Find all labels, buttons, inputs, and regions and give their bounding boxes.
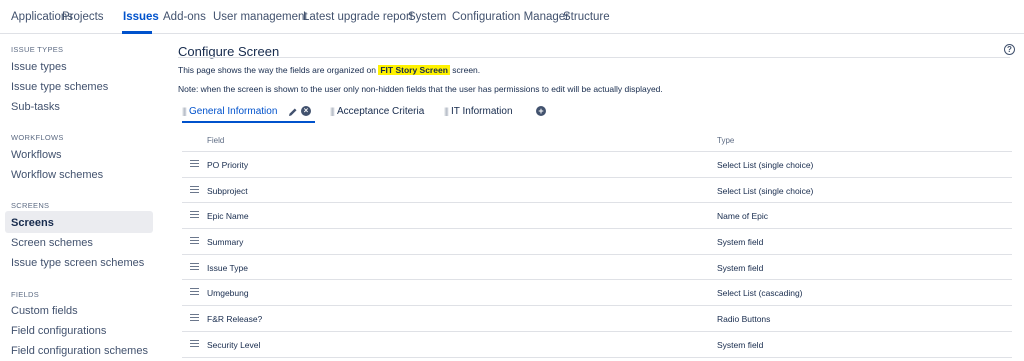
table-row[interactable]: Subproject Select List (single choice) bbox=[182, 178, 1012, 204]
tab-it-information[interactable]: ||| IT Information bbox=[444, 106, 513, 117]
close-icon[interactable]: × bbox=[301, 106, 311, 116]
tab-general-information-label: General Information bbox=[189, 106, 278, 117]
sidebar-heading-fields: FIELDS bbox=[11, 290, 40, 299]
main-content: Configure Screen ? This page shows the w… bbox=[160, 34, 1024, 361]
sidebar-item-field-configurations[interactable]: Field configurations bbox=[11, 325, 106, 337]
sidebar-item-screens[interactable]: Screens bbox=[11, 217, 54, 229]
sidebar-item-workflow-schemes[interactable]: Workflow schemes bbox=[11, 169, 103, 181]
field-name: F&R Release? bbox=[207, 314, 263, 325]
field-name: Subproject bbox=[207, 185, 248, 196]
sidebar-item-custom-fields[interactable]: Custom fields bbox=[11, 305, 78, 317]
table-header: Field Type bbox=[182, 130, 1012, 152]
sidebar-item-sub-tasks[interactable]: Sub-tasks bbox=[11, 101, 60, 113]
drag-handle-icon[interactable] bbox=[190, 339, 199, 347]
field-name: PO Priority bbox=[207, 160, 249, 170]
field-name: Issue Type bbox=[207, 262, 248, 273]
tab-it-information-label: IT Information bbox=[451, 106, 513, 117]
tab-configuration-manager[interactable]: Configuration Manager bbox=[452, 11, 569, 23]
sidebar-item-workflows[interactable]: Workflows bbox=[11, 149, 62, 161]
tab-acceptance-criteria-label: Acceptance Criteria bbox=[337, 106, 425, 117]
sidebar-heading-workflows: WORKFLOWS bbox=[11, 133, 64, 142]
drag-handle-icon[interactable] bbox=[190, 237, 199, 245]
screen-tabs: ||| General Information × ||| Acceptance C… bbox=[182, 104, 1012, 124]
column-header-field: Field bbox=[207, 136, 225, 145]
table-row[interactable]: Epic Name Name of Epic bbox=[182, 203, 1012, 230]
table-row[interactable]: F&R Release? Radio Buttons bbox=[182, 306, 1012, 332]
sidebar-item-field-configuration-schemes[interactable]: Field configuration schemes bbox=[11, 345, 148, 357]
field-type: Select List (single choice) bbox=[717, 185, 814, 196]
table-row[interactable]: Umgebung Select List (cascading) bbox=[182, 280, 1012, 307]
title-divider bbox=[178, 57, 1010, 58]
drag-handle-icon[interactable] bbox=[190, 160, 199, 167]
sidebar-heading-screens: SCREENS bbox=[11, 201, 50, 210]
sidebar-item-issue-types[interactable]: Issue types bbox=[11, 61, 67, 73]
drag-handle-icon[interactable] bbox=[190, 314, 199, 322]
pencil-icon[interactable] bbox=[288, 107, 298, 117]
field-type: Select List (single choice) bbox=[717, 160, 814, 170]
field-name: Epic Name bbox=[207, 211, 249, 222]
column-header-type: Type bbox=[717, 136, 735, 145]
tab-projects[interactable]: Projects bbox=[62, 11, 104, 23]
sidebar-heading-issue-types: ISSUE TYPES bbox=[11, 45, 64, 54]
screen-name-highlight: FIT Story Screen bbox=[378, 65, 450, 75]
tab-add-ons[interactable]: Add-ons bbox=[163, 11, 206, 23]
field-type: System field bbox=[717, 339, 764, 350]
add-tab-icon[interactable]: + bbox=[536, 106, 546, 116]
tab-acceptance-criteria[interactable]: ||| Acceptance Criteria bbox=[330, 106, 424, 117]
table-row[interactable]: Issue Type System field bbox=[182, 255, 1012, 281]
table-row[interactable]: Security Level System field bbox=[182, 332, 1012, 358]
drag-handle-icon[interactable] bbox=[190, 262, 199, 270]
tab-drag-grip-icon[interactable]: ||| bbox=[182, 106, 187, 116]
tab-general-information[interactable]: ||| General Information bbox=[182, 106, 277, 117]
drag-handle-icon[interactable] bbox=[190, 211, 199, 219]
field-type: System field bbox=[717, 262, 764, 273]
field-name: Summary bbox=[207, 237, 244, 248]
tab-structure[interactable]: Structure bbox=[563, 11, 610, 23]
field-type: Select List (cascading) bbox=[717, 288, 803, 299]
field-name: Umgebung bbox=[207, 288, 249, 299]
active-screen-tab-indicator bbox=[182, 121, 315, 123]
admin-sidebar: ISSUE TYPES Issue types Issue type schem… bbox=[0, 34, 160, 361]
field-type: System field bbox=[717, 237, 764, 248]
table-row[interactable]: Summary System field bbox=[182, 229, 1012, 255]
tab-system[interactable]: System bbox=[408, 11, 446, 23]
drag-handle-icon[interactable] bbox=[190, 185, 199, 193]
sidebar-item-screen-schemes[interactable]: Screen schemes bbox=[11, 237, 93, 249]
field-type: Name of Epic bbox=[717, 211, 769, 222]
sidebar-item-issue-type-screen-schemes[interactable]: Issue type screen schemes bbox=[11, 257, 144, 269]
admin-top-nav: Applications Projects Issues Add-ons Use… bbox=[0, 0, 1024, 34]
drag-handle-icon[interactable] bbox=[190, 288, 199, 296]
tab-drag-grip-icon[interactable]: ||| bbox=[444, 106, 449, 116]
field-name: Security Level bbox=[207, 339, 261, 350]
field-type: Radio Buttons bbox=[717, 314, 771, 325]
sidebar-item-issue-type-schemes[interactable]: Issue type schemes bbox=[11, 81, 108, 93]
screen-fields-table: Field Type PO Priority Select List (singl… bbox=[182, 130, 1012, 358]
page-description: This page shows the way the fields are o… bbox=[178, 65, 480, 75]
tab-latest-upgrade-report[interactable]: Latest upgrade report bbox=[303, 11, 413, 23]
permissions-note: Note: when the screen is shown to the us… bbox=[178, 84, 663, 94]
description-prefix: This page shows the way the fields are o… bbox=[178, 65, 379, 75]
tab-user-management[interactable]: User management bbox=[213, 11, 308, 23]
description-suffix: screen. bbox=[449, 65, 481, 75]
tab-drag-grip-icon[interactable]: ||| bbox=[330, 106, 335, 116]
tab-issues[interactable]: Issues bbox=[123, 11, 159, 23]
question-circle-icon[interactable]: ? bbox=[1004, 44, 1015, 55]
table-row[interactable]: PO Priority Select List (single choice) bbox=[182, 152, 1012, 178]
